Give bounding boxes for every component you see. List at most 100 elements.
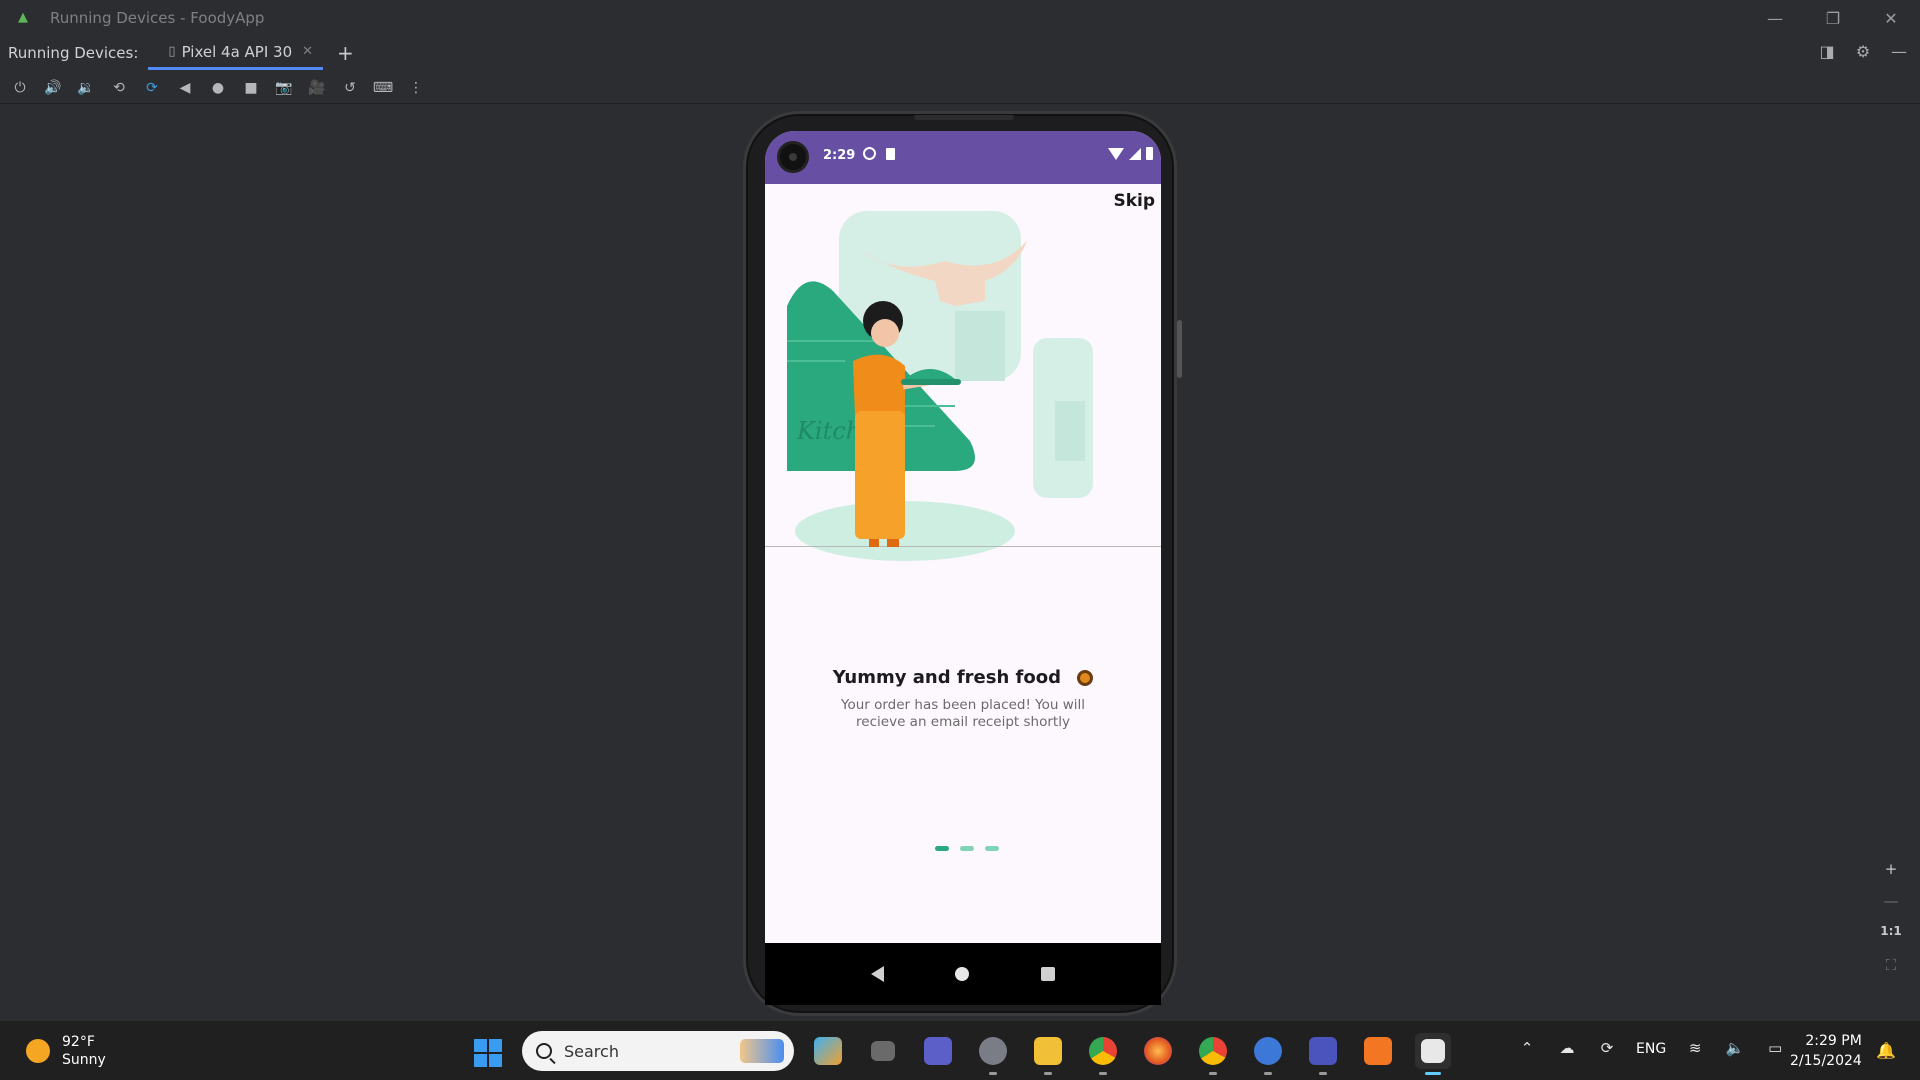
taskbar-search[interactable]: Search xyxy=(522,1031,794,1071)
page-dot-3[interactable] xyxy=(985,846,999,851)
android-icon: ▲ xyxy=(18,10,28,25)
onboarding-subtext: Your order has been placed! You will rec… xyxy=(840,697,1086,730)
cellular-icon xyxy=(1129,147,1141,160)
page-dot-2[interactable] xyxy=(960,846,974,851)
onboarding-headline: Yummy and fresh food xyxy=(765,667,1161,688)
hide-panel-icon[interactable]: — xyxy=(1888,42,1910,64)
screenshot-icon[interactable]: 📷 xyxy=(272,76,296,100)
weather-condition: Sunny xyxy=(62,1052,106,1068)
windows-taskbar: 92°F Sunny Search ⌃ ☁ ⟳ ENG ≋ 🔈 ▭ 2:29 P… xyxy=(0,1020,1920,1080)
language-indicator[interactable]: ENG xyxy=(1636,1041,1666,1057)
device-icon: ▯ xyxy=(168,44,176,59)
skip-button[interactable]: Skip xyxy=(1113,191,1155,211)
system-tray: ⌃ ☁ ⟳ ENG ≋ 🔈 ▭ xyxy=(1516,1039,1786,1059)
status-right xyxy=(1108,147,1153,160)
battery-tray-icon[interactable]: ▭ xyxy=(1764,1039,1786,1059)
emulator-toolbar: ⏻ 🔊 🔉 ⟲ ⟳ ◀ ● ■ 📷 🎥 ↺ ⌨ ⋮ xyxy=(0,72,1920,104)
copilot-app-icon[interactable] xyxy=(810,1033,846,1069)
nav-back-icon[interactable] xyxy=(870,966,884,982)
title-bar: ▲ Running Devices - FoodyApp — ❐ ✕ xyxy=(0,0,1920,36)
keyboard-icon[interactable]: ⌨ xyxy=(371,76,395,100)
power-icon[interactable]: ⏻ xyxy=(8,76,32,100)
running-devices-label: Running Devices: xyxy=(8,44,139,62)
windows-logo-icon xyxy=(474,1039,487,1052)
sync-tray-icon[interactable]: ⟳ xyxy=(1596,1039,1618,1059)
more-icon[interactable]: ⋮ xyxy=(404,76,428,100)
file-explorer-icon[interactable] xyxy=(1030,1033,1066,1075)
volume-up-icon[interactable]: 🔊 xyxy=(41,76,65,100)
volume-down-icon[interactable]: 🔉 xyxy=(74,76,98,100)
search-icon xyxy=(536,1043,552,1059)
search-highlight-image xyxy=(740,1039,784,1063)
zoom-controls: + — 1:1 ⛶ xyxy=(1880,860,1902,976)
wifi-tray-icon[interactable]: ≋ xyxy=(1684,1039,1706,1059)
phone-frame: 2:29 Skip Kitch Yummy and fresh food You… xyxy=(743,111,1182,1016)
teams-work-icon[interactable] xyxy=(1305,1033,1341,1075)
window-title: Running Devices - FoodyApp xyxy=(50,9,265,27)
status-time: 2:29 xyxy=(823,148,856,163)
settings-app-icon[interactable] xyxy=(975,1033,1011,1075)
pinned-apps xyxy=(810,1033,1451,1075)
sun-icon xyxy=(26,1039,50,1063)
settings-icon[interactable]: ⚙ xyxy=(1852,42,1874,64)
actual-size-button[interactable]: 1:1 xyxy=(1880,924,1902,944)
phone-side-button[interactable] xyxy=(1177,320,1182,378)
task-view-icon[interactable] xyxy=(865,1033,901,1069)
clock-date: 2/15/2024 xyxy=(1790,1053,1862,1069)
nav-recents-icon[interactable] xyxy=(1041,967,1056,981)
restore-button[interactable]: ❐ xyxy=(1804,0,1862,36)
add-device-button[interactable]: + xyxy=(337,41,354,65)
tab-pixel-4a[interactable]: ▯ Pixel 4a API 30 ✕ xyxy=(148,36,324,70)
battery-icon xyxy=(1146,147,1153,160)
zoom-in-button[interactable]: + xyxy=(1880,860,1902,880)
home-icon[interactable]: ● xyxy=(206,76,230,100)
running-devices-tabbar: Running Devices: ▯ Pixel 4a API 30 ✕ + xyxy=(0,36,1920,70)
overview-icon[interactable]: ■ xyxy=(239,76,263,100)
tab-close-icon[interactable]: ✕ xyxy=(302,44,313,59)
start-button[interactable] xyxy=(474,1039,502,1067)
weather-widget[interactable]: 92°F Sunny xyxy=(26,1033,106,1069)
wifi-icon xyxy=(1108,147,1124,160)
android-nav-bar xyxy=(765,943,1161,1005)
xampp-app-icon[interactable] xyxy=(1360,1033,1396,1069)
speaker-tray-icon[interactable]: 🔈 xyxy=(1724,1039,1746,1059)
firefox-app-icon[interactable] xyxy=(1140,1033,1176,1069)
phone-speaker xyxy=(914,115,1014,120)
search-placeholder: Search xyxy=(564,1041,619,1061)
minimize-button[interactable]: — xyxy=(1746,0,1804,36)
fit-screen-button[interactable]: ⛶ xyxy=(1880,956,1902,976)
chrome-profile-icon[interactable] xyxy=(1085,1033,1121,1075)
phone-screen[interactable]: 2:29 Skip Kitch Yummy and fresh food You… xyxy=(765,131,1161,943)
show-hidden-icons[interactable]: ⌃ xyxy=(1516,1039,1538,1059)
back-icon[interactable]: ◀ xyxy=(173,76,197,100)
notification-bell-icon[interactable]: 🔔 xyxy=(1876,1041,1896,1061)
sd-card-icon xyxy=(886,148,895,160)
onboarding-illustration: Kitch xyxy=(765,211,1161,561)
android-studio-icon[interactable] xyxy=(1250,1033,1286,1075)
snipping-tool-icon[interactable] xyxy=(1415,1033,1451,1075)
tab-label: Pixel 4a API 30 xyxy=(181,42,293,61)
screen-record-icon[interactable]: 🎥 xyxy=(305,76,329,100)
zoom-out-button[interactable]: — xyxy=(1880,892,1902,912)
teams-app-icon[interactable] xyxy=(920,1033,956,1069)
close-button[interactable]: ✕ xyxy=(1862,0,1920,36)
layout-icon[interactable]: ◨ xyxy=(1816,42,1838,64)
rotate-left-icon[interactable]: ⟲ xyxy=(107,76,131,100)
sync-icon xyxy=(863,147,876,160)
status-bar: 2:29 xyxy=(765,131,1161,184)
weather-temp: 92°F xyxy=(62,1034,95,1050)
headline-text: Yummy and fresh food xyxy=(832,667,1062,688)
page-indicator xyxy=(935,846,999,851)
taskbar-clock[interactable]: 2:29 PM 2/15/2024 xyxy=(1790,1031,1862,1071)
snapshot-icon[interactable]: ↺ xyxy=(338,76,362,100)
page-dot-1[interactable] xyxy=(935,846,949,851)
kitchen-wall-text: Kitch xyxy=(796,417,861,445)
onedrive-icon[interactable]: ☁ xyxy=(1556,1039,1578,1059)
food-emoji-icon xyxy=(1077,670,1094,686)
panel-icons: ◨ ⚙ — xyxy=(1816,42,1910,64)
nav-home-icon[interactable] xyxy=(955,967,970,981)
rotate-right-icon[interactable]: ⟳ xyxy=(140,76,164,100)
clock-time: 2:29 PM xyxy=(1805,1033,1862,1049)
chrome-app-icon[interactable] xyxy=(1195,1033,1231,1075)
window-controls: — ❐ ✕ xyxy=(1746,0,1920,36)
